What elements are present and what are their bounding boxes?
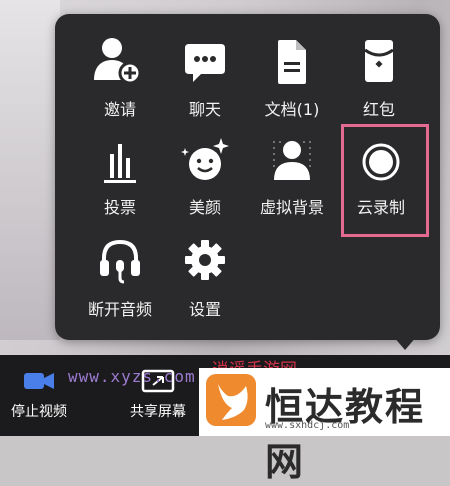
add-user-icon xyxy=(94,38,142,85)
menu-item-red-packet[interactable]: 红包 xyxy=(339,34,419,124)
menu-item-virtual-background[interactable]: 虚拟背景 xyxy=(252,134,332,224)
cloud-record-highlight-box xyxy=(341,124,429,237)
fish-tail-icon xyxy=(218,384,248,420)
virtual-background-icon xyxy=(273,141,311,180)
menu-item-label: 文档(1) xyxy=(264,100,320,119)
menu-item-label: 红包 xyxy=(362,100,395,119)
red-packet-icon xyxy=(364,40,394,82)
menu-item-label: 美颜 xyxy=(188,198,221,217)
menu-item-chat[interactable]: 聊天 xyxy=(165,34,245,124)
background-window-edge xyxy=(0,0,60,340)
stop-video-label: 停止视频 xyxy=(11,404,67,420)
menu-item-label: 聊天 xyxy=(188,100,221,119)
menu-item-beauty[interactable]: 美颜 xyxy=(165,134,245,224)
menu-item-label: 断开音频 xyxy=(87,300,152,319)
site-watermark: www.xyzs.com xyxy=(68,367,196,386)
brand-logo-icon xyxy=(206,374,256,426)
chat-icon xyxy=(185,44,225,82)
gear-icon xyxy=(185,240,225,280)
menu-item-label: 邀请 xyxy=(103,100,136,119)
beauty-icon xyxy=(181,138,229,180)
stop-video-button[interactable]: 停止视频 xyxy=(4,363,74,421)
document-icon xyxy=(278,40,306,84)
brand-name: 恒达教程网 xyxy=(265,385,426,484)
menu-item-label: 设置 xyxy=(188,300,221,319)
menu-pointer xyxy=(393,336,417,350)
vote-icon xyxy=(104,144,136,183)
share-screen-label: 共享屏幕 xyxy=(130,404,186,420)
menu-item-label: 投票 xyxy=(103,198,136,217)
menu-item-invite[interactable]: 邀请 xyxy=(80,34,160,124)
menu-item-settings[interactable]: 设置 xyxy=(165,232,245,322)
menu-item-disconnect-audio[interactable]: 断开音频 xyxy=(80,232,160,322)
menu-item-vote[interactable]: 投票 xyxy=(80,134,160,224)
menu-item-label: 虚拟背景 xyxy=(259,198,324,217)
headphones-icon xyxy=(100,239,140,284)
brand-url: www.sxhdcj.com xyxy=(265,420,350,431)
brand-banner: 恒达教程网 www.sxhdcj.com xyxy=(199,368,450,484)
menu-item-documents[interactable]: 文档(1) xyxy=(252,34,332,124)
video-camera-icon xyxy=(24,373,54,389)
